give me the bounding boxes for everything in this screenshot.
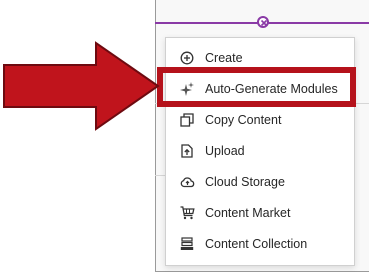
copy-icon xyxy=(179,112,195,128)
menu-item-upload[interactable]: Upload xyxy=(166,136,354,166)
menu-item-label: Content Collection xyxy=(205,237,308,251)
menu-item-content-market[interactable]: Content Market xyxy=(166,198,354,228)
close-icon xyxy=(260,19,268,27)
menu-item-label: Create xyxy=(205,51,243,65)
menu-item-label: Upload xyxy=(205,144,245,158)
menu-item-label: Cloud Storage xyxy=(205,175,285,189)
close-add-menu-button[interactable] xyxy=(257,16,269,28)
cloud-upload-icon xyxy=(179,174,195,190)
arrow-right-icon xyxy=(3,41,160,131)
menu-item-label: Content Market xyxy=(205,206,291,220)
menu-item-content-collection[interactable]: Content Collection xyxy=(166,229,354,259)
plus-circle-icon xyxy=(179,50,195,66)
cart-icon xyxy=(179,205,195,221)
menu-item-cloud-storage[interactable]: Cloud Storage xyxy=(166,167,354,197)
background-divider xyxy=(155,175,165,176)
menu-item-label: Copy Content xyxy=(205,113,282,127)
collection-icon xyxy=(179,236,195,252)
background-divider xyxy=(355,103,369,104)
upload-icon xyxy=(179,143,195,159)
highlight-box xyxy=(157,67,356,107)
menu-item-copy-content[interactable]: Copy Content xyxy=(166,105,354,135)
